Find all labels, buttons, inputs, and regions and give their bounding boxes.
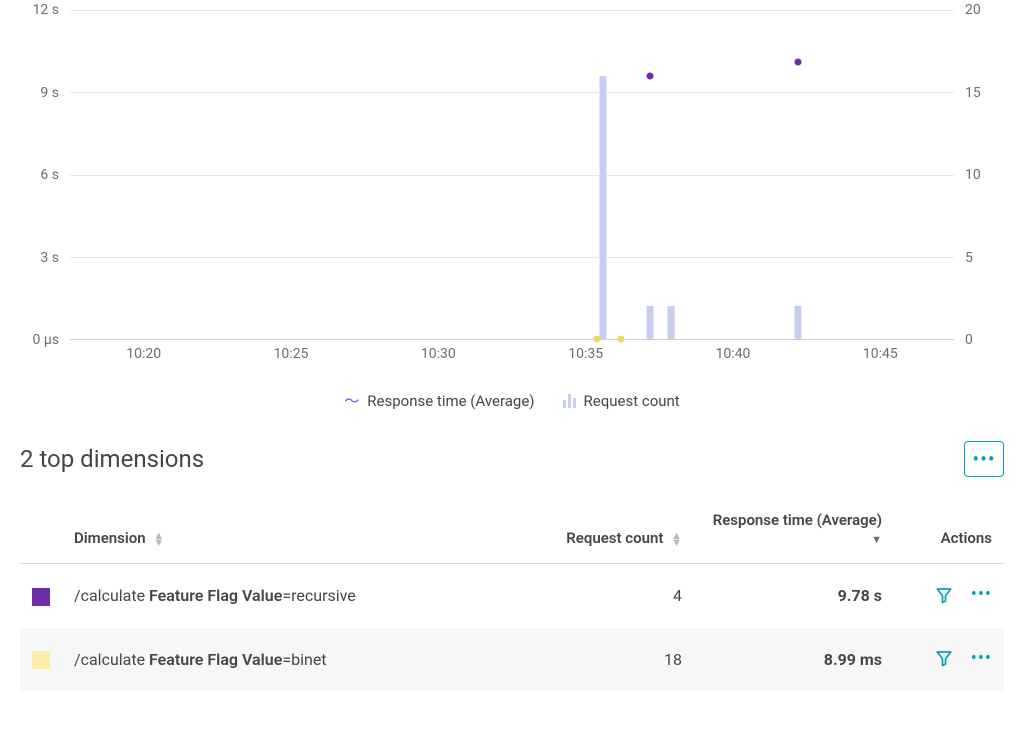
x-tick-label: 10:25	[274, 346, 309, 362]
request-count-cell: 4	[544, 564, 694, 628]
legend-label: Response time (Average)	[367, 392, 534, 410]
y-left-tick-label: 3 s	[40, 250, 59, 266]
y-right-tick-label: 0	[965, 332, 973, 348]
scatter-point[interactable]	[647, 72, 654, 79]
filter-icon[interactable]	[935, 649, 953, 667]
sort-icon: ▲▼	[671, 532, 682, 546]
bar-point[interactable]	[668, 306, 675, 339]
filter-icon[interactable]	[935, 586, 953, 604]
x-tick-label: 10:45	[863, 346, 898, 362]
y-right-tick-label: 20	[965, 2, 981, 18]
bar-series-icon	[563, 394, 576, 408]
x-tick-label: 10:40	[716, 346, 751, 362]
section-title: 2 top dimensions	[20, 445, 204, 473]
bar-point[interactable]	[647, 306, 654, 339]
table-row[interactable]: /calculate Feature Flag Value=binet188.9…	[20, 628, 1004, 692]
x-tick-label: 10:30	[421, 346, 456, 362]
y-right-tick-label: 5	[965, 250, 973, 266]
y-right-tick-label: 10	[965, 167, 981, 183]
col-request-count[interactable]: Request count ▲▼	[544, 501, 694, 564]
legend-label: Request count	[584, 392, 680, 410]
response-time-cell: 9.78 s	[694, 564, 894, 628]
x-tick-label: 10:20	[126, 346, 161, 362]
actions-cell: •••	[894, 628, 1004, 692]
plot-region[interactable]	[70, 10, 954, 340]
actions-cell: •••	[894, 564, 1004, 628]
chart-area: 0 μs3 s6 s9 s12 s 05101520 10:2010:2510:…	[20, 10, 1004, 370]
y-right-tick-label: 15	[965, 85, 981, 101]
more-options-button[interactable]: •••	[964, 441, 1004, 477]
y-left-tick-label: 12 s	[33, 2, 59, 18]
chart-legend: 〜 Response time (Average) Request count	[20, 390, 1004, 411]
dimension-cell: /calculate Feature Flag Value=binet	[62, 628, 544, 692]
line-series-icon: 〜	[344, 390, 359, 411]
col-actions: Actions	[894, 501, 1004, 564]
response-time-cell: 8.99 ms	[694, 628, 894, 692]
bar-point[interactable]	[794, 306, 801, 339]
x-tick-label: 10:35	[568, 346, 603, 362]
y-axis-left: 0 μs3 s6 s9 s12 s	[20, 10, 65, 340]
y-left-tick-label: 9 s	[40, 85, 59, 101]
x-axis: 10:20 10:25 10:30 10:35 10:40 10:45	[70, 342, 954, 362]
col-dimension[interactable]: Dimension ▲▼	[62, 501, 544, 564]
scatter-point[interactable]	[794, 59, 801, 66]
dimension-cell: /calculate Feature Flag Value=recursive	[62, 564, 544, 628]
legend-item-response-time[interactable]: 〜 Response time (Average)	[344, 390, 534, 411]
sort-icon: ▲▼	[153, 532, 164, 546]
sort-desc-icon: ▼	[871, 533, 882, 546]
dimensions-table: Dimension ▲▼ Request count ▲▼ Response t…	[20, 501, 1004, 691]
color-swatch	[32, 651, 50, 669]
legend-item-request-count[interactable]: Request count	[563, 390, 680, 411]
y-axis-right: 05101520	[959, 10, 1004, 340]
col-response-time[interactable]: Response time (Average) ▼	[694, 501, 894, 564]
request-count-cell: 18	[544, 628, 694, 692]
row-more-icon[interactable]: •••	[971, 584, 992, 605]
table-row[interactable]: /calculate Feature Flag Value=recursive4…	[20, 564, 1004, 628]
y-left-tick-label: 0 μs	[32, 332, 59, 348]
color-swatch	[32, 588, 50, 606]
y-left-tick-label: 6 s	[40, 167, 59, 183]
row-more-icon[interactable]: •••	[971, 648, 992, 669]
section-header: 2 top dimensions •••	[20, 441, 1004, 477]
bar-point[interactable]	[600, 76, 607, 339]
